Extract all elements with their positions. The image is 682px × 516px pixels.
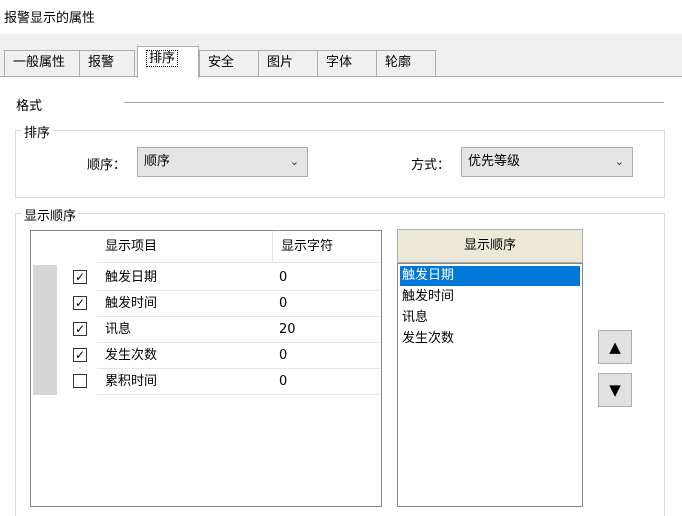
tab-image[interactable]: 图片 [258,50,318,76]
order-label: 顺序： [87,158,127,173]
row-checkbox[interactable]: ✓ [73,348,87,362]
table-row[interactable]: ✓ 发生次数 0 [31,343,381,369]
row-gutter [33,291,57,317]
row-checkbox[interactable]: ✓ [73,296,87,310]
list-item[interactable]: 讯息 [400,308,580,328]
arrow-up-icon: ▲ [609,338,621,356]
table-row[interactable]: ✓ 讯息 20 [31,317,381,343]
chevron-down-icon: ⌄ [289,155,299,168]
display-order-list[interactable]: 触发日期 触发时间 讯息 发生次数 [397,263,583,507]
row-item: 发生次数 [105,348,158,363]
row-chars[interactable]: 0 [279,265,287,291]
tab-outline[interactable]: 轮廓 [376,50,436,76]
move-up-button[interactable]: ▲ [598,330,632,364]
format-divider [124,102,664,103]
chevron-down-icon: ⌄ [614,155,624,168]
row-gutter [33,369,57,395]
column-header-chars[interactable]: 显示字符 [273,231,381,263]
display-order-header-button[interactable]: 显示顺序 [397,229,583,263]
row-item: 触发日期 [105,270,158,285]
row-checkbox[interactable]: ✓ [73,270,87,284]
sort-group-label: 排序 [22,122,53,141]
list-item[interactable]: 触发时间 [400,287,580,307]
row-chars[interactable]: 0 [279,343,287,369]
row-chars[interactable]: 20 [279,317,296,343]
display-order-group-label: 显示顺序 [22,205,79,224]
move-down-button[interactable]: ▼ [598,373,632,407]
table-row[interactable]: 累积时间 0 [31,369,381,395]
column-header-item[interactable]: 显示项目 [97,231,273,263]
row-checkbox[interactable] [73,374,87,388]
tab-sort[interactable]: 排序 [137,46,199,78]
row-item: 触发时间 [105,296,158,311]
arrow-down-icon: ▼ [609,381,621,399]
tab-font[interactable]: 字体 [317,50,377,76]
row-item: 累积时间 [105,374,158,389]
mode-combo[interactable]: 优先等级 ⌄ [461,147,633,177]
row-item: 讯息 [105,322,132,337]
table-row[interactable]: ✓ 触发时间 0 [31,291,381,317]
order-value: 顺序 [144,154,171,169]
table-row[interactable]: ✓ 触发日期 0 [31,265,381,291]
mode-label: 方式： [411,158,451,173]
title-bar: 报警显示的属性 [0,0,682,34]
row-gutter [33,343,57,369]
row-checkbox[interactable]: ✓ [73,322,87,336]
display-items-list[interactable]: 显示项目 显示字符 ✓ 触发日期 0 ✓ 触发时间 0 ✓ 讯息 20 ✓ 发生… [30,230,382,507]
row-chars[interactable]: 0 [279,291,287,317]
list-item[interactable]: 触发日期 [400,266,580,286]
window-title: 报警显示的属性 [4,11,96,26]
row-chars[interactable]: 0 [279,369,287,395]
list-item[interactable]: 发生次数 [400,329,580,349]
order-combo[interactable]: 顺序 ⌄ [137,147,308,177]
format-label: 格式 [16,99,43,114]
tab-general[interactable]: 一般属性 [4,50,80,76]
tab-security[interactable]: 安全 [199,50,259,76]
tab-alarm[interactable]: 报警 [79,50,135,76]
row-gutter [33,317,57,343]
row-gutter [33,265,57,291]
mode-value: 优先等级 [468,154,521,169]
